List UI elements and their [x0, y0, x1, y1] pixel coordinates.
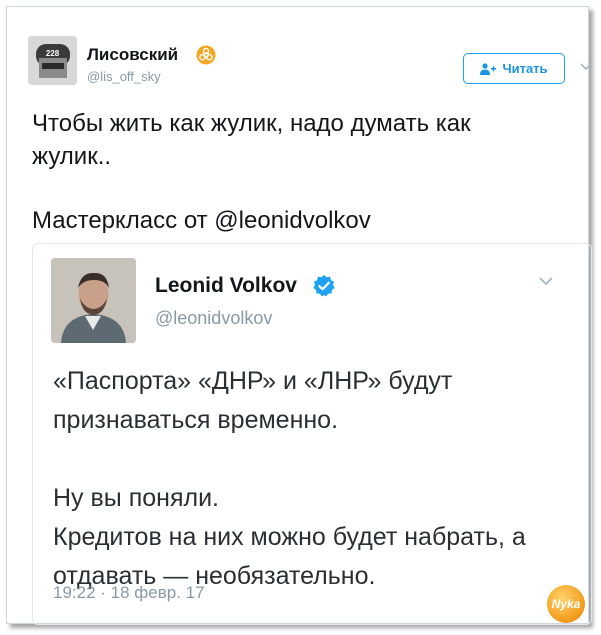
- verified-icon: [313, 275, 335, 297]
- follow-button-label: Читать: [502, 61, 548, 76]
- quoted-tweet-text: «Паспорта» «ДНР» и «ЛНР» будут признават…: [53, 362, 573, 596]
- author-avatar[interactable]: 228: [28, 36, 77, 85]
- mention-prefix: Мастеркласс от: [32, 207, 215, 234]
- quoted-tweet[interactable]: Leonid Volkov @leonidvolkov «Паспорта» «…: [32, 243, 592, 625]
- tweet-card: 228 Лисовский @lis_off_sky Читать Чтобы …: [6, 6, 592, 625]
- author-handle[interactable]: @lis_off_sky: [87, 69, 161, 84]
- chevron-down-icon[interactable]: [579, 59, 593, 73]
- quoted-timestamp[interactable]: 19:22 · 18 февр. 17: [53, 583, 205, 603]
- mention-link[interactable]: @leonidvolkov: [214, 207, 370, 234]
- quoted-line: Кредитов на них можно будет набрать, а: [53, 523, 526, 551]
- avatar-image: 228: [28, 36, 77, 85]
- quoted-author-name[interactable]: Leonid Volkov: [155, 274, 297, 298]
- quoted-author-handle[interactable]: @leonidvolkov: [155, 308, 272, 329]
- author-name[interactable]: Лисовский: [87, 45, 178, 65]
- biohazard-icon: [196, 45, 216, 65]
- add-user-icon: [480, 62, 497, 75]
- quoted-line: «Паспорта» «ДНР» и «ЛНР» будут: [53, 367, 453, 395]
- tweet-line: Чтобы жить как жулик, надо думать как: [32, 110, 471, 137]
- watermark-logo: Nyka: [547, 585, 585, 623]
- quoted-line: признаваться временно.: [53, 406, 339, 434]
- quoted-line: Ну вы поняли.: [53, 484, 219, 512]
- avatar-label: 228: [46, 49, 60, 58]
- tweet-mention-line: Мастеркласс от @leonidvolkov: [32, 204, 371, 237]
- chevron-down-icon[interactable]: [537, 272, 555, 290]
- quoted-author-avatar[interactable]: [51, 258, 136, 343]
- follow-button[interactable]: Читать: [463, 53, 565, 84]
- tweet-text: Чтобы жить как жулик, надо думать как жу…: [32, 107, 572, 173]
- tweet-line: жулик..: [32, 143, 112, 170]
- avatar-image: [51, 258, 136, 343]
